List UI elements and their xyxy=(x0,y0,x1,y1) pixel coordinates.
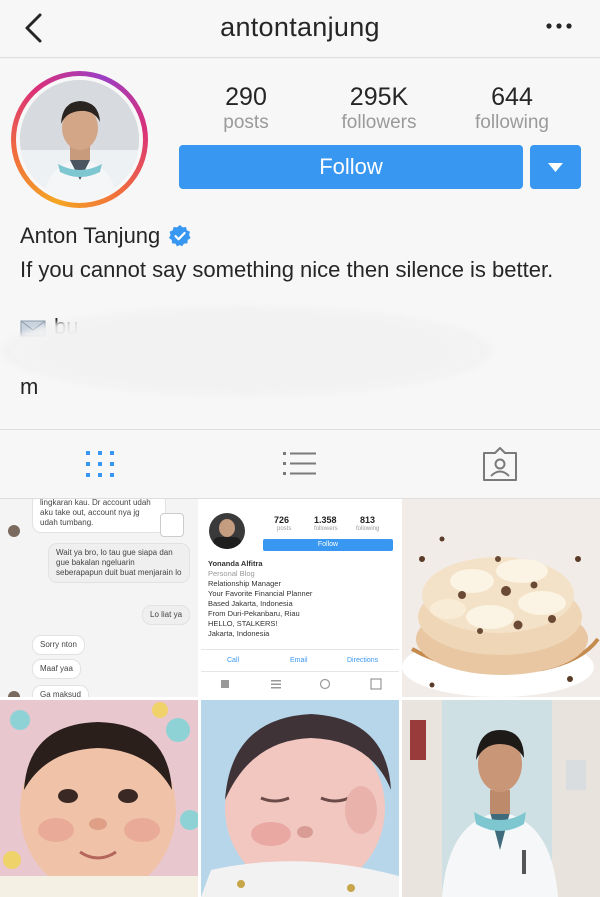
grid-icon xyxy=(86,451,114,477)
mini-posts-value: 726 xyxy=(274,515,290,525)
more-options-button[interactable] xyxy=(544,14,574,38)
pancakes-image xyxy=(402,499,600,697)
mini-bio-line: Relationship Manager xyxy=(208,579,281,588)
mini-followers-label: followers xyxy=(314,526,338,532)
mini-category: Personal Blog xyxy=(208,569,255,578)
mini-bio-line: Based Jakarta, Indonesia xyxy=(208,599,293,608)
doctor-photo-image xyxy=(402,700,600,897)
mini-posts-label: posts xyxy=(277,526,292,532)
post-thumbnail-profile-screenshot[interactable]: 726 posts 1.358 followers 813 following … xyxy=(201,499,399,697)
mini-bio-line: Jakarta, Indonesia xyxy=(208,629,270,638)
story-ring[interactable] xyxy=(11,71,148,208)
follow-button[interactable]: Follow xyxy=(179,145,523,189)
caret-down-icon xyxy=(548,163,563,172)
posts-count-label: posts xyxy=(223,112,269,133)
mini-follow-button: Follow xyxy=(263,539,393,551)
mini-directions-button: Directions xyxy=(347,657,379,664)
redaction-blur xyxy=(2,306,492,396)
profile-bio-redacted: bu m xyxy=(2,306,580,404)
bio-fragment-2: m xyxy=(20,374,39,399)
post-thumbnail-doctor[interactable] xyxy=(402,700,600,897)
mini-following-value: 813 xyxy=(360,515,376,525)
chat-message: Sorry nton xyxy=(32,635,85,655)
tab-list[interactable] xyxy=(280,446,320,482)
suggested-accounts-dropdown-button[interactable] xyxy=(530,145,581,189)
chat-message: Lo liat ya xyxy=(142,605,191,625)
following-count[interactable]: 644 following xyxy=(452,83,572,135)
profile-name: Anton Tanjung xyxy=(20,223,161,248)
chat-message: lingkaran kau. Dr account udah aku take … xyxy=(32,499,166,533)
chat-message: Maaf yaa xyxy=(32,659,81,679)
chat-message: Ga maksud xyxy=(32,685,89,697)
posts-count: 290 posts xyxy=(186,83,306,135)
baby-photo-image xyxy=(0,700,198,897)
post-thumbnail-baby-2[interactable] xyxy=(201,700,399,897)
chat-checkbox xyxy=(160,513,184,537)
top-bar: antontanjung xyxy=(0,0,600,58)
avatar xyxy=(20,80,139,199)
profile-bio: If you cannot say something nice then si… xyxy=(20,257,554,282)
chat-message: Wait ya bro, lo tau gue siapa dan gue ba… xyxy=(48,543,190,583)
mini-bio-line: From Duri-Pekanbaru, Riau xyxy=(208,609,300,618)
more-horizontal-icon xyxy=(546,23,572,29)
mini-bio-line: HELLO, STALKERS! xyxy=(208,619,278,628)
mini-email-button: Email xyxy=(290,657,308,664)
mini-following-label: following xyxy=(356,526,380,532)
following-count-value: 644 xyxy=(491,83,533,111)
posts-count-value: 290 xyxy=(225,83,267,111)
profile-header: 290 posts 295K followers 644 following F… xyxy=(0,59,600,429)
verified-badge-icon xyxy=(169,225,191,247)
mini-name: Yonanda Alfitra xyxy=(208,559,263,568)
followers-count[interactable]: 295K followers xyxy=(319,83,439,135)
post-thumbnail-chat[interactable]: lingkaran kau. Dr account udah aku take … xyxy=(0,499,198,697)
followers-count-label: followers xyxy=(341,112,417,133)
mini-call-button: Call xyxy=(227,657,240,664)
profile-tab-bar xyxy=(0,429,600,499)
followers-count-value: 295K xyxy=(349,83,409,111)
chat-avatar xyxy=(8,691,20,697)
mini-bio-line: Your Favorite Financial Planner xyxy=(208,589,313,598)
posts-grid: lingkaran kau. Dr account udah aku take … xyxy=(0,499,600,897)
tagged-icon xyxy=(483,447,517,481)
tab-grid[interactable] xyxy=(80,446,120,482)
tab-tagged[interactable] xyxy=(480,446,520,482)
list-icon xyxy=(283,452,316,475)
chat-avatar xyxy=(8,525,20,537)
sleeping-baby-image xyxy=(201,700,399,897)
mini-followers-value: 1.358 xyxy=(314,515,337,525)
following-count-label: following xyxy=(475,112,549,133)
profile-username-title: antontanjung xyxy=(220,12,380,42)
mini-avatar xyxy=(209,513,245,549)
mini-tab-icons xyxy=(221,678,382,690)
post-thumbnail-baby-1[interactable] xyxy=(0,700,198,897)
profile-name-row: Anton Tanjung xyxy=(20,222,192,250)
post-thumbnail-pancakes[interactable] xyxy=(402,499,600,697)
